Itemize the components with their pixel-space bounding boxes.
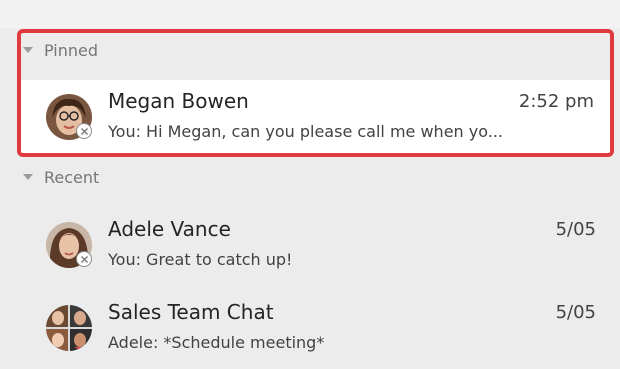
recent-section-header[interactable]: Recent (0, 158, 620, 196)
chat-name: Megan Bowen (108, 89, 249, 113)
group-avatar (46, 305, 92, 351)
chat-item-sales-team-chat[interactable]: Sales Team Chat 5/05 Adele: *Schedule me… (20, 291, 616, 365)
pinned-header-label: Pinned (44, 40, 99, 60)
offline-status-icon (76, 123, 92, 139)
top-strip (0, 0, 620, 28)
caret-down-icon (23, 47, 33, 53)
chat-time: 2:52 pm (518, 91, 594, 112)
offline-status-icon (76, 251, 92, 267)
chat-name: Sales Team Chat (108, 300, 274, 324)
chat-preview: You: Great to catch up! (108, 250, 293, 269)
chat-preview: Adele: *Schedule meeting* (108, 333, 325, 352)
recent-header-label: Recent (44, 167, 100, 187)
chat-item-megan-bowen[interactable]: Megan Bowen 2:52 pm You: Hi Megan, can y… (20, 80, 614, 154)
caret-down-icon (23, 174, 33, 180)
chat-time: 5/05 (555, 219, 596, 240)
chat-list-panel: Pinned Megan Bowen 2:52 pm You: Hi Megan… (0, 0, 620, 369)
chat-name: Adele Vance (108, 217, 231, 241)
chat-time: 5/05 (555, 302, 596, 323)
pinned-section-header[interactable]: Pinned (0, 31, 620, 69)
chat-item-adele-vance[interactable]: Adele Vance 5/05 You: Great to catch up! (20, 208, 616, 282)
chat-preview: You: Hi Megan, can you please call me wh… (108, 122, 503, 141)
